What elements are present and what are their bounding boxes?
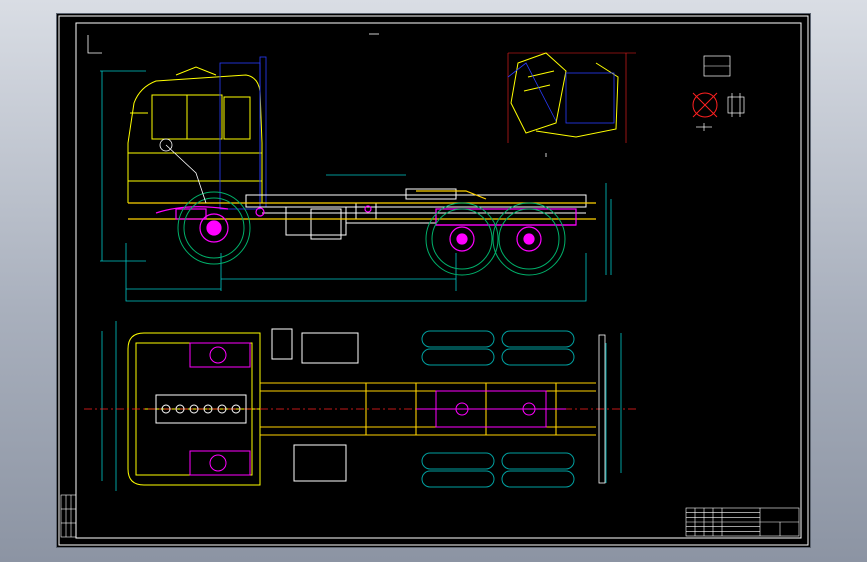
plan-view[interactable]	[84, 321, 636, 491]
application-window	[0, 0, 867, 562]
revision-block	[60, 494, 77, 538]
cad-drawing-viewport[interactable]	[56, 13, 811, 548]
hub-section	[696, 93, 745, 131]
wheel-detail-view[interactable]	[692, 55, 745, 131]
engine-drivetrain	[155, 328, 359, 482]
tilt-hidden-lines	[507, 62, 615, 124]
side-wheels	[177, 191, 566, 276]
cab-tilt-detail[interactable]	[507, 52, 636, 157]
title-block[interactable]	[685, 507, 800, 537]
side-elevation-view[interactable]	[100, 56, 612, 302]
steering-column	[159, 138, 207, 204]
hidden-lines	[219, 56, 267, 210]
chassis-frame	[245, 188, 587, 240]
side-dimension-lines	[100, 70, 612, 302]
corner-bracket-mark	[87, 35, 102, 54]
rear-tire-1-left-outer	[421, 330, 495, 348]
inner-sheet-border	[75, 22, 802, 539]
cab-outline	[127, 66, 263, 203]
cad-drawing-canvas[interactable]	[56, 13, 811, 548]
